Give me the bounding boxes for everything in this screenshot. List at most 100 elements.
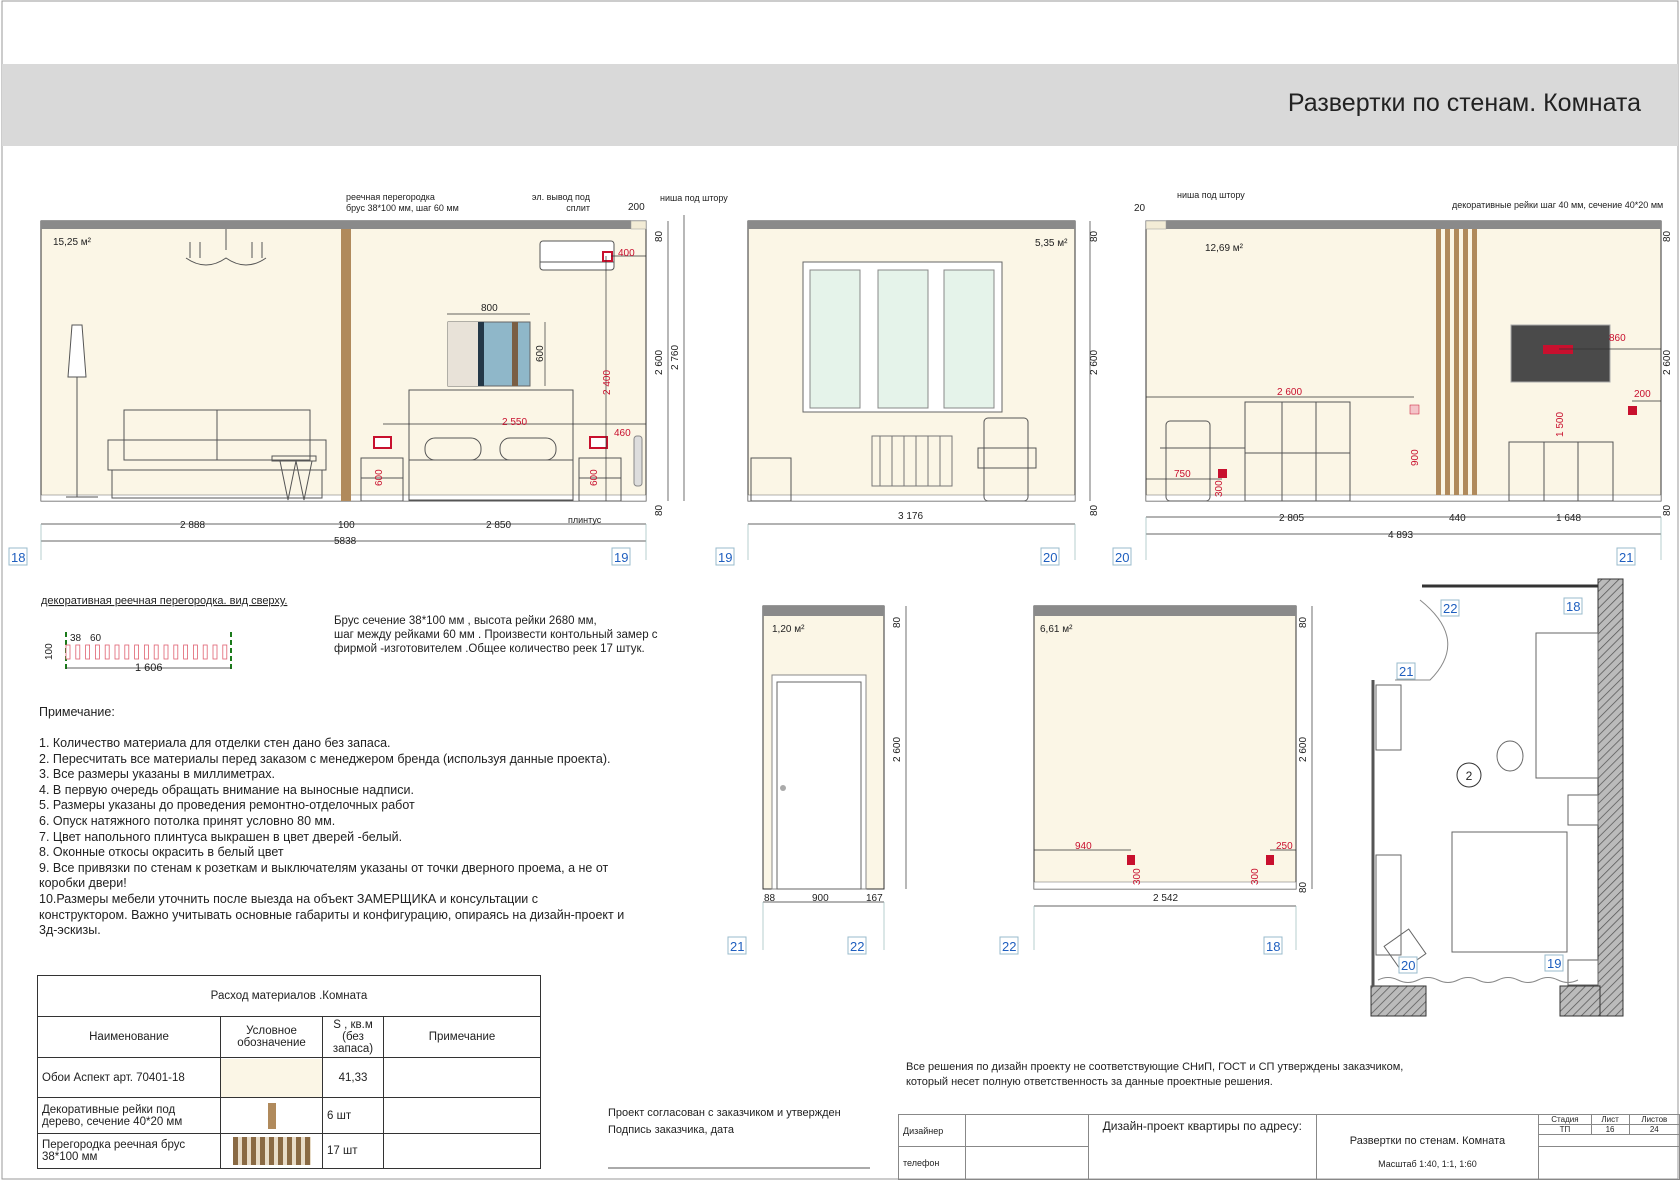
column-header: S , кв.м (без запаса): [322, 1016, 384, 1058]
slat-section: [134, 644, 140, 660]
dim-label: 2 550: [502, 417, 527, 428]
page-title: Развертки по стенам. Комната: [1288, 89, 1641, 117]
switch-marker: [1628, 406, 1637, 415]
plan-curtain: [1377, 977, 1579, 983]
material-swatch: [220, 1133, 323, 1169]
dim-label: 900: [812, 893, 829, 904]
plan-wall-tags: 22 18 21 20 19: [1396, 597, 1583, 974]
callout-outlet-2: сплит: [566, 203, 590, 213]
slat-section: [222, 644, 228, 660]
wall-tag-label: 22: [1002, 939, 1016, 954]
note-item: коробки двери!: [39, 876, 127, 891]
plan-wall-hatched: [1559, 985, 1601, 1017]
dim-label: 2 600: [1277, 387, 1302, 398]
slat-section: [143, 644, 149, 660]
switch-marker: [1409, 404, 1420, 415]
ceiling-drop: [1034, 606, 1296, 616]
dim-label: 860: [1609, 333, 1626, 344]
room-number: 2: [1466, 769, 1473, 783]
elevation-wall-22-18: 6,61 м² 80 2 600 80 940 250 300 300 2 54…: [999, 605, 1313, 955]
table-row: Декоративные рейки под дерево, сечение 4…: [37, 1097, 541, 1134]
plan-wall-hatched: [1370, 985, 1427, 1017]
stage-value: ТП: [1539, 1124, 1592, 1135]
note-item: 8. Оконные откосы окрасить в белый цвет: [39, 845, 284, 860]
material-note: [383, 1057, 541, 1098]
dim-label: 2 888: [180, 520, 205, 531]
column-header: Примечание: [383, 1016, 541, 1058]
dim-label: 940: [1075, 841, 1092, 852]
dim-label: 300: [1250, 868, 1261, 885]
note-item: конструктором. Важно учитывать основные …: [39, 907, 625, 922]
dim-label: 1 606: [135, 662, 163, 674]
material-qty: 17 шт: [322, 1133, 384, 1169]
floor-plan: 2 22 18 21 20 19: [1370, 578, 1624, 1017]
plan-tag: 22: [1443, 601, 1457, 616]
window: [802, 261, 1003, 413]
slat-partition: [341, 229, 351, 501]
dim-label: 60: [90, 633, 102, 644]
elevation-wall-18-19: 15,25 м² реечная перегородка брус 38*100…: [8, 192, 728, 566]
dim-label: 38: [70, 633, 82, 644]
dim-label: 80: [654, 504, 665, 516]
plan-sofa: [1535, 632, 1599, 779]
plan-nightstand: [1567, 959, 1599, 986]
slat-section: [192, 644, 198, 660]
dim-label: 900: [1410, 449, 1421, 466]
materials-table: Расход материалов .Комната Наименование …: [37, 975, 541, 1169]
column-header: Наименование: [37, 1016, 221, 1058]
socket-block-marker: [1543, 345, 1573, 354]
notes-title: Примечание:: [39, 705, 115, 719]
dim-label: 600: [374, 469, 385, 486]
signature-label: Подпись заказчика, дата: [608, 1124, 734, 1136]
dim-label: 2 760: [670, 345, 681, 370]
slat-section: [124, 644, 130, 660]
wall-tag-label: 18: [11, 550, 25, 565]
slat-section: [153, 644, 159, 660]
designer-value: [964, 1114, 1089, 1147]
dim-label: 2 600: [892, 737, 903, 762]
disclaimer: Все решения по дизайн проекту не соответ…: [906, 1060, 1403, 1090]
wall-tag-label: 20: [1115, 550, 1129, 565]
note-item: 3. Все размеры указаны в миллиметрах.: [39, 767, 275, 782]
baseboard: [747, 494, 1076, 502]
curtain-niche: [630, 220, 647, 230]
material-name: Обои Аспект арт. 70401-18: [37, 1057, 221, 1098]
slat-section: [85, 644, 90, 660]
door-icon: [776, 681, 862, 890]
dim-label: 80: [1662, 230, 1673, 242]
radiator-side-icon: [633, 435, 643, 487]
description-line: шаг между рейками 60 мм . Произвести кон…: [334, 629, 658, 641]
wall-tag-label: 19: [718, 550, 732, 565]
slat-section: [95, 644, 100, 660]
elevation-wall-20-21: 20 ниша под штору декоративные рейки шаг…: [1112, 190, 1673, 566]
plan-tag: 21: [1399, 664, 1413, 679]
dim-label: 80: [1089, 230, 1100, 242]
note-item: 2. Пересчитать все материалы перед заказ…: [39, 751, 611, 766]
dim-label: 1 648: [1556, 513, 1581, 524]
wall-tag-label: 20: [1043, 550, 1057, 565]
slat-section: [202, 644, 208, 660]
note-item: 9. Все привязки по стенам к розеткам и в…: [39, 860, 609, 875]
ceiling-drop: [748, 221, 1075, 229]
dim-label: 2 600: [654, 350, 665, 375]
callout-partition: реечная перегородка: [346, 192, 435, 202]
wall-tag-label: 19: [614, 550, 628, 565]
area-label: 1,20 м²: [772, 624, 805, 635]
dim-label: 300: [1214, 480, 1225, 497]
slat-section: [173, 644, 179, 660]
dim-label: 460: [614, 428, 631, 439]
dim-label: 2 600: [1298, 737, 1309, 762]
slat-section: [104, 644, 110, 660]
dim-label: 2 400: [602, 370, 613, 395]
partition-description: Брус сечение 38*100 мм , высота рейки 26…: [334, 614, 658, 656]
material-swatch: [220, 1097, 323, 1134]
socket-marker: [373, 436, 392, 449]
sheet-number: 16: [1591, 1124, 1630, 1135]
ceiling-drop: [41, 221, 631, 229]
phone-label: телефон: [898, 1146, 966, 1180]
dim-label: 80: [1298, 881, 1309, 893]
dim-label: 750: [1174, 469, 1191, 480]
callout-niche: ниша под штору: [660, 193, 728, 203]
plan-desk: [1375, 854, 1402, 956]
dim-label: 200: [628, 202, 645, 213]
